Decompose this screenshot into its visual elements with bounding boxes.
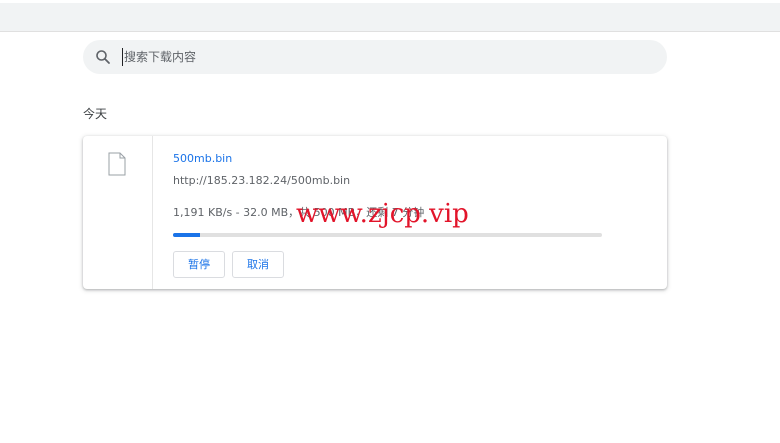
progress-bar bbox=[173, 233, 602, 237]
cancel-button[interactable]: 取消 bbox=[232, 251, 284, 278]
file-icon bbox=[108, 152, 126, 176]
download-url[interactable]: http://185.23.182.24/500mb.bin bbox=[173, 174, 350, 187]
search-bar[interactable]: 搜索下载内容 bbox=[83, 40, 667, 74]
top-toolbar bbox=[0, 0, 780, 32]
date-header: 今天 bbox=[83, 107, 108, 121]
search-input[interactable]: 搜索下载内容 bbox=[122, 48, 196, 66]
pause-button[interactable]: 暂停 bbox=[173, 251, 225, 278]
progress-fill bbox=[173, 233, 201, 237]
file-icon-column bbox=[83, 136, 153, 289]
download-filename-link[interactable]: 500mb.bin bbox=[173, 152, 232, 165]
search-icon bbox=[96, 50, 110, 64]
watermark-text: www.zjcp.vip bbox=[296, 199, 469, 229]
